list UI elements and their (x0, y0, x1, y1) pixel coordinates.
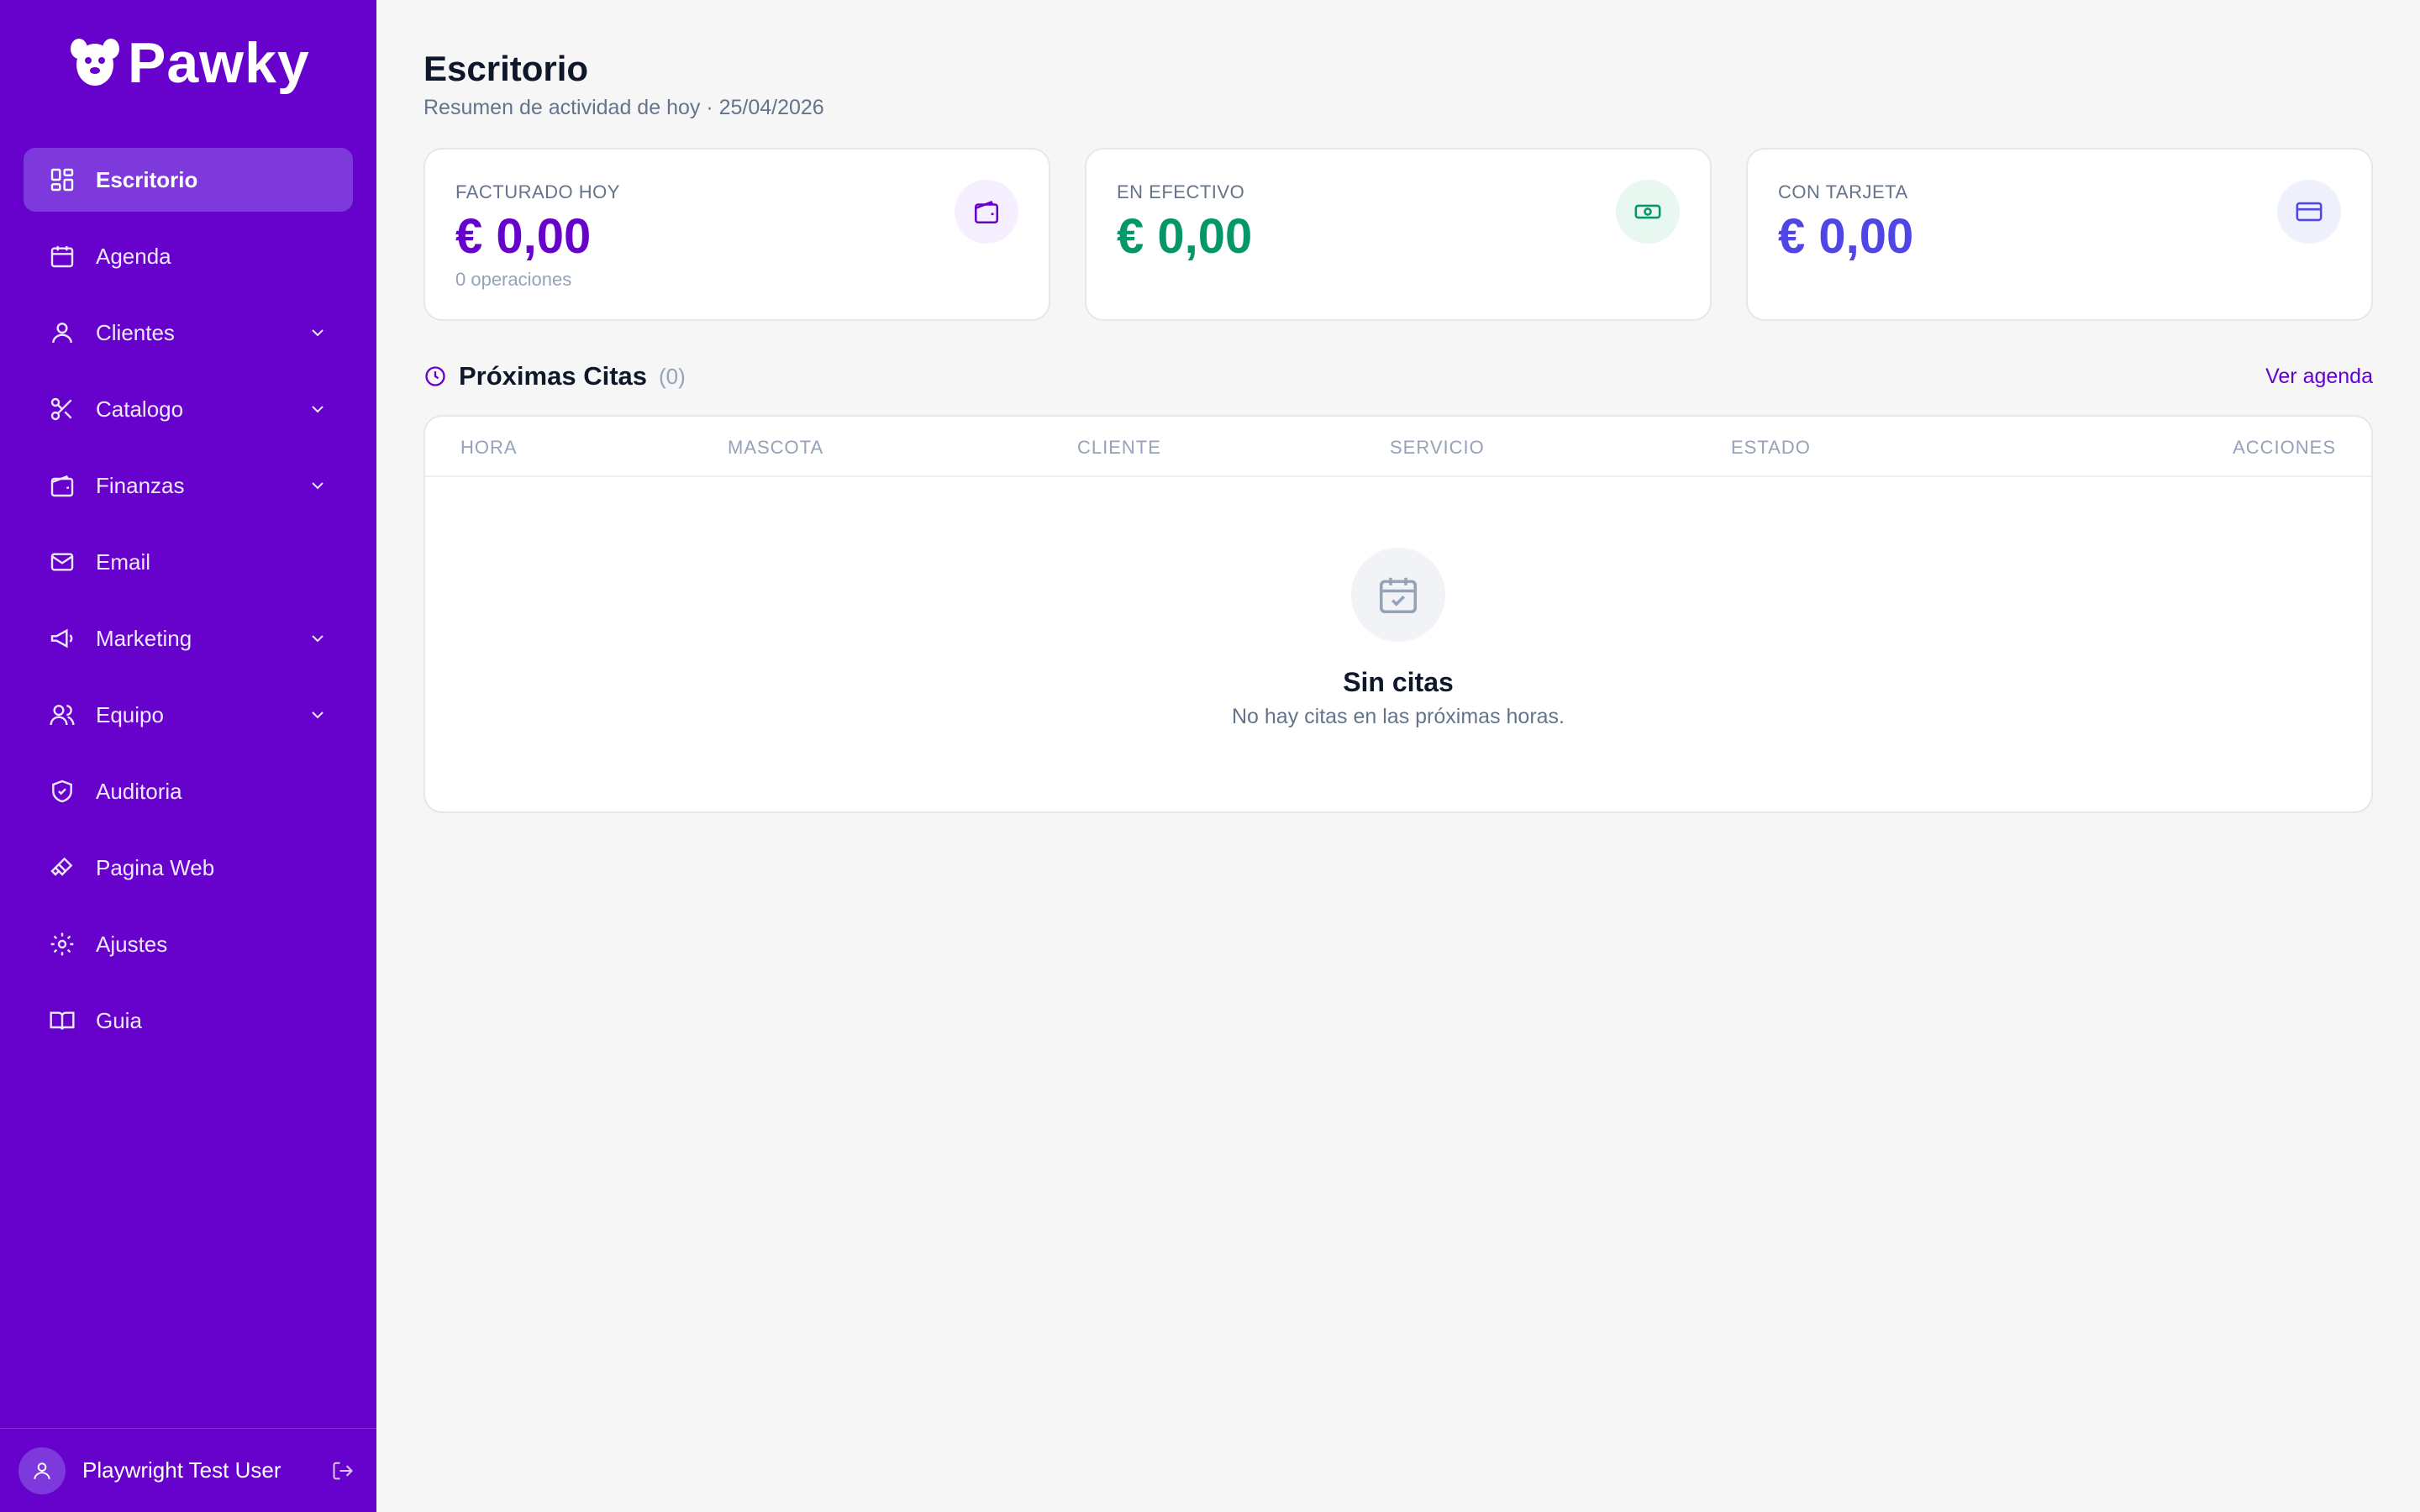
chevron-down-icon (312, 482, 324, 490)
logout-icon[interactable] (331, 1459, 355, 1483)
stat-value: € 0,00 (1778, 209, 1914, 264)
dashboard-grid-icon (47, 165, 77, 195)
megaphone-icon (47, 623, 77, 654)
sidebar-item-ajustes[interactable]: Ajustes (24, 912, 353, 976)
column-header-cliente: CLIENTE (1077, 437, 1161, 458)
stat-card-facturado: FACTURADO HOY € 0,00 0 operaciones (424, 148, 1050, 321)
sidebar-item-pagina-web[interactable]: Pagina Web (24, 836, 353, 900)
sidebar-item-auditoria[interactable]: Auditoria (24, 759, 353, 823)
user-name: Playwright Test User (82, 1457, 281, 1483)
credit-card-icon (2277, 180, 2341, 244)
chevron-down-icon (312, 329, 324, 337)
chevron-down-icon (312, 406, 324, 413)
sidebar-item-label: Guia (96, 1007, 142, 1033)
empty-text: No hay citas en las próximas horas. (1231, 705, 1565, 728)
sidebar-item-guia[interactable]: Guia (24, 989, 353, 1053)
view-agenda-link[interactable]: Ver agenda (2265, 365, 2373, 389)
user-icon (34, 1462, 50, 1479)
stat-meta: 0 operaciones (455, 269, 572, 290)
mail-icon (47, 547, 77, 577)
user-icon (47, 318, 77, 348)
sidebar-item-label: Escritorio (96, 166, 198, 192)
stat-label: CON TARJETA (1778, 181, 1908, 202)
column-header-acciones: ACCIONES (2233, 437, 2336, 458)
calendar-check-icon (1351, 548, 1445, 642)
appointments-header: Próximas Citas (0) Ver agenda (424, 358, 2373, 395)
page-title: Escritorio (424, 49, 589, 88)
sidebar-item-escritorio[interactable]: Escritorio (24, 148, 353, 212)
stat-card-efectivo: EN EFECTIVO € 0,00 (1085, 148, 1712, 321)
empty-title: Sin citas (1343, 667, 1454, 697)
stat-value: € 0,00 (455, 209, 592, 264)
sidebar-item-label: Equipo (96, 701, 164, 727)
cash-icon (1616, 180, 1680, 244)
column-header-estado: ESTADO (1731, 437, 1811, 458)
sidebar-item-finanzas[interactable]: Finanzas (24, 454, 353, 517)
sidebar-item-marketing[interactable]: Marketing (24, 606, 353, 670)
chevron-down-icon (312, 635, 324, 643)
sidebar-item-label: Catalogo (96, 396, 184, 422)
wallet-icon (47, 470, 77, 501)
sidebar-item-label: Agenda (96, 243, 171, 269)
page-subtitle: Resumen de actividad de hoy · 25/04/2026 (424, 96, 824, 119)
wallet-icon (955, 180, 1018, 244)
sidebar: Pawky Escritorio Agenda Clientes Catalog… (0, 0, 376, 1512)
section-title: Próximas Citas (459, 361, 647, 391)
scissors-icon (47, 394, 77, 424)
sidebar-item-label: Auditoria (96, 778, 182, 804)
shield-check-icon (47, 776, 77, 806)
column-header-mascota: MASCOTA (728, 437, 824, 458)
chevron-down-icon (312, 711, 324, 719)
sidebar-item-clientes[interactable]: Clientes (24, 301, 353, 365)
sidebar-nav: Escritorio Agenda Clientes Catalogo Fina… (24, 148, 353, 1065)
sidebar-item-catalogo[interactable]: Catalogo (24, 377, 353, 441)
table-header: HORA MASCOTA CLIENTE SERVICIO ESTADO ACC… (425, 417, 2371, 477)
dog-logo-icon (71, 39, 119, 86)
gear-icon (47, 929, 77, 959)
brand-name: Pawky (128, 31, 310, 95)
avatar[interactable] (18, 1446, 66, 1494)
sidebar-item-label: Ajustes (96, 931, 168, 957)
main-content: Escritorio Resumen de actividad de hoy ·… (376, 0, 2420, 1512)
book-icon (47, 1005, 77, 1036)
sidebar-item-email[interactable]: Email (24, 530, 353, 594)
empty-state: Sin citas No hay citas en las próximas h… (425, 548, 2371, 729)
stat-card-tarjeta: CON TARJETA € 0,00 (1746, 148, 2373, 321)
clock-icon (425, 366, 445, 386)
stat-value: € 0,00 (1117, 209, 1253, 264)
users-icon (47, 700, 77, 730)
column-header-servicio: SERVICIO (1390, 437, 1485, 458)
sidebar-item-agenda[interactable]: Agenda (24, 224, 353, 288)
sidebar-item-label: Finanzas (96, 472, 185, 498)
sidebar-item-equipo[interactable]: Equipo (24, 683, 353, 747)
brush-icon (47, 853, 77, 883)
sidebar-item-label: Marketing (96, 625, 192, 651)
brand-logo[interactable]: Pawky (69, 30, 310, 96)
sidebar-item-label: Clientes (96, 319, 175, 345)
sidebar-item-label: Email (96, 549, 151, 575)
appointments-count: (0) (659, 363, 686, 389)
sidebar-item-label: Pagina Web (96, 854, 215, 880)
sidebar-user: Playwright Test User (0, 1428, 376, 1512)
appointments-table: HORA MASCOTA CLIENTE SERVICIO ESTADO ACC… (424, 415, 2373, 813)
calendar-icon (47, 241, 77, 271)
column-header-hora: HORA (460, 437, 518, 458)
stat-label: FACTURADO HOY (455, 181, 620, 202)
stat-label: EN EFECTIVO (1117, 181, 1245, 202)
